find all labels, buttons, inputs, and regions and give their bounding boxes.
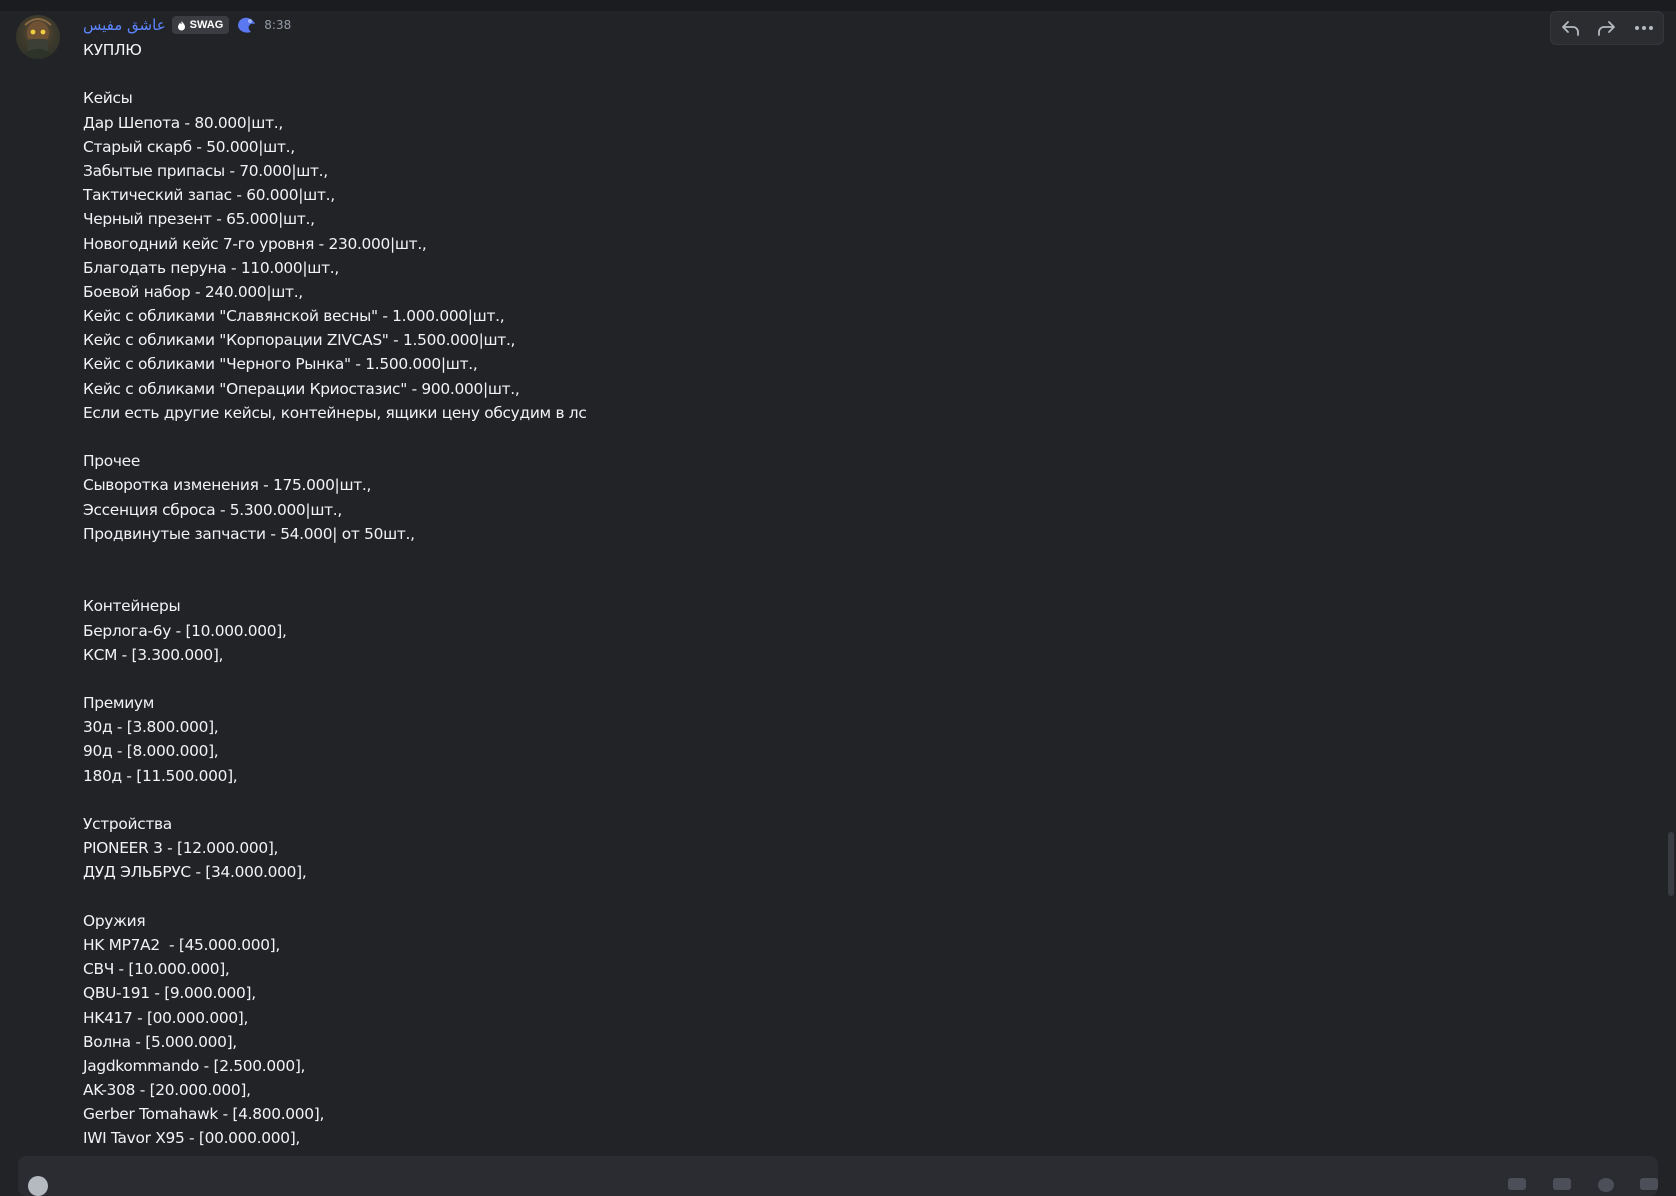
message-line: Сыворотка изменения - 175.000|шт., — [83, 476, 372, 495]
message-line: 90д - [8.000.000], — [83, 742, 219, 761]
message-line: AK-308 - [20.000.000], — [83, 1081, 251, 1100]
message-line: Дар Шепота - 80.000|шт., — [83, 113, 283, 132]
add-icon[interactable] — [28, 1176, 48, 1196]
gift-icon[interactable] — [1508, 1178, 1526, 1190]
message-line: Jagdkommando - [2.500.000], — [83, 1056, 306, 1075]
server-tag-badge[interactable]: SWAG — [171, 16, 230, 34]
message-line: Старый скарб - 50.000|шт., — [83, 137, 295, 156]
message-line: Благодать перуна - 110.000|шт., — [83, 258, 339, 277]
message-line: Черный презент - 65.000|шт., — [83, 210, 315, 229]
message-header: عاشق مفیس SWAG 8:38 — [83, 13, 291, 37]
message-line: 180д - [11.500.000], — [83, 766, 238, 785]
message-line: Забытые припасы - 70.000|шт., — [83, 161, 328, 180]
message-line: Gerber Tomahawk - [4.800.000], — [83, 1105, 325, 1124]
more-icon[interactable] — [1629, 14, 1659, 42]
server-tag-label: SWAG — [189, 19, 224, 31]
message-line: Берлога-6у - [10.000.000], — [83, 621, 287, 640]
role-icon[interactable] — [235, 14, 257, 36]
message-line: Прочее — [83, 452, 140, 471]
message-line: Если есть другие кейсы, контейнеры, ящик… — [83, 403, 587, 422]
message-line: Тактический запас - 60.000|шт., — [83, 186, 335, 205]
timestamp: 8:38 — [264, 18, 292, 32]
message-line: Волна - [5.000.000], — [83, 1032, 237, 1051]
message-line: Продвинутые запчасти - 54.000| от 50шт., — [83, 524, 415, 543]
scrollbar-track[interactable] — [1665, 11, 1676, 1156]
username[interactable]: عاشق مفیس — [83, 16, 166, 34]
message-line: QBU-191 - [9.000.000], — [83, 984, 256, 1003]
message-line: Оружия — [83, 911, 146, 930]
gif-icon[interactable] — [1553, 1178, 1571, 1190]
message-line: PIONEER 3 - [12.000.000], — [83, 839, 279, 858]
message-line: Премиум — [83, 694, 155, 713]
message-line: HK417 - [00.000.000], — [83, 1008, 249, 1027]
message-line: 30д - [3.800.000], — [83, 718, 219, 737]
message-line: Контейнеры — [83, 597, 181, 616]
message-line: Кейсы — [83, 89, 133, 108]
fire-icon — [177, 20, 185, 30]
message-actions-toolbar — [1550, 11, 1664, 45]
message-line: КСМ - [3.300.000], — [83, 645, 224, 664]
scrollbar-thumb[interactable] — [1668, 832, 1674, 896]
avatar[interactable] — [16, 15, 60, 59]
message-line: HK MP7A2 - [45.000.000], — [83, 935, 280, 954]
message-line: Эссенция сброса - 5.300.000|шт., — [83, 500, 342, 519]
message-line: Кейс с обликами "Операции Криостазис" - … — [83, 379, 520, 398]
forward-icon[interactable] — [1592, 14, 1622, 42]
sticker-icon[interactable] — [1598, 1178, 1614, 1192]
emoji-icon[interactable] — [1640, 1178, 1658, 1190]
reply-icon[interactable] — [1555, 14, 1585, 42]
message-line: Новогодний кейс 7-го уровня - 230.000|шт… — [83, 234, 427, 253]
message-line: СВЧ - [10.000.000], — [83, 960, 230, 979]
message-content: КУПЛЮ Кейсы Дар Шепота - 80.000|шт., Старый… — [83, 38, 1483, 1151]
message-line: Кейс с обликами "Славянской весны" - 1.0… — [83, 307, 505, 326]
message-line: Боевой набор - 240.000|шт., — [83, 282, 303, 301]
message-line: КУПЛЮ — [83, 41, 142, 59]
message-line: ДУД ЭЛЬБРУС - [34.000.000], — [83, 863, 307, 882]
message-line: Кейс с обликами "Черного Рынка" - 1.500.… — [83, 355, 478, 374]
message-line: Кейс с обликами "Корпорации ZIVCAS" - 1.… — [83, 331, 516, 350]
message-composer[interactable] — [18, 1156, 1658, 1196]
message-line: IWI Tavor X95 - [00.000.000], — [83, 1129, 301, 1148]
message-line: Устройства — [83, 815, 172, 833]
